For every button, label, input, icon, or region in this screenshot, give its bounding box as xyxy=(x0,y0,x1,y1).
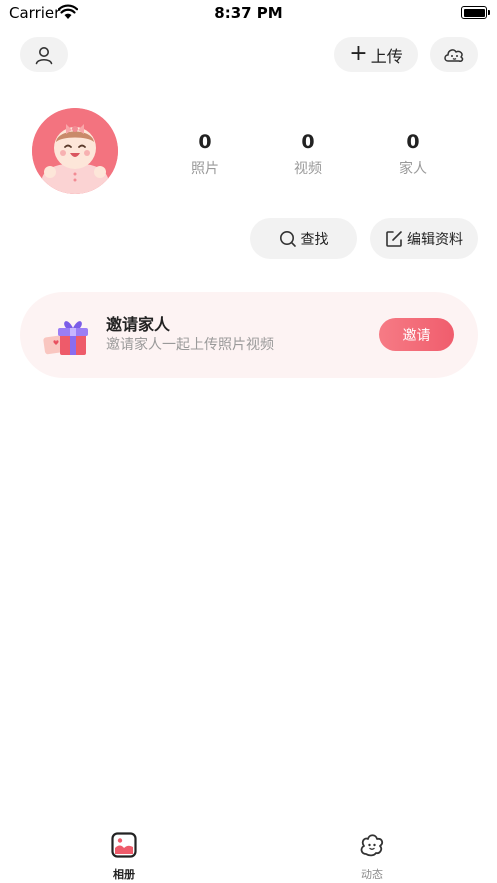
invite-subtitle: 邀请家人一起上传照片视频 xyxy=(106,337,274,353)
moments-icon xyxy=(360,834,384,857)
upload-label: 上传 xyxy=(370,46,403,66)
stat-photos-value: 0 xyxy=(198,131,212,153)
search-icon xyxy=(279,230,296,247)
stat-family-value: 0 xyxy=(406,131,420,153)
stat-photos[interactable]: 0 照片 xyxy=(165,130,245,178)
gift-icon xyxy=(43,321,88,355)
baby-avatar-icon xyxy=(32,108,118,194)
tab-moments-label: 动态 xyxy=(361,868,383,881)
cloud-face-icon xyxy=(444,48,464,62)
person-icon xyxy=(35,46,53,64)
stat-videos-label: 视频 xyxy=(294,161,322,177)
stat-family-label: 家人 xyxy=(399,161,427,177)
invite-title: 邀请家人 xyxy=(106,315,171,334)
edit-profile-label: 编辑资料 xyxy=(407,231,463,248)
plus-icon: + xyxy=(349,40,368,66)
album-icon xyxy=(111,832,137,858)
profile-button[interactable] xyxy=(20,37,68,72)
stat-videos[interactable]: 0 视频 xyxy=(268,130,348,178)
upload-button[interactable]: + 上传 xyxy=(334,37,418,72)
invite-card: 邀请家人 邀请家人一起上传照片视频 邀请 xyxy=(20,292,478,378)
cloud-button[interactable] xyxy=(430,37,478,72)
search-button[interactable]: 查找 xyxy=(250,218,357,259)
battery-icon xyxy=(461,6,490,19)
status-bar: Carrier 8:37 PM xyxy=(0,0,497,26)
avatar[interactable] xyxy=(32,108,118,194)
stat-photos-label: 照片 xyxy=(191,161,219,177)
edit-profile-button[interactable]: 编辑资料 xyxy=(370,218,478,259)
search-label: 查找 xyxy=(300,231,329,248)
stat-family[interactable]: 0 家人 xyxy=(373,130,453,178)
stat-videos-value: 0 xyxy=(301,131,315,153)
tab-album-label: 相册 xyxy=(113,868,135,881)
clock: 8:37 PM xyxy=(214,4,283,22)
edit-icon xyxy=(386,230,402,247)
tab-moments[interactable]: 动态 xyxy=(332,832,412,882)
tab-album[interactable]: 相册 xyxy=(84,832,164,882)
invite-button[interactable]: 邀请 xyxy=(379,318,454,351)
